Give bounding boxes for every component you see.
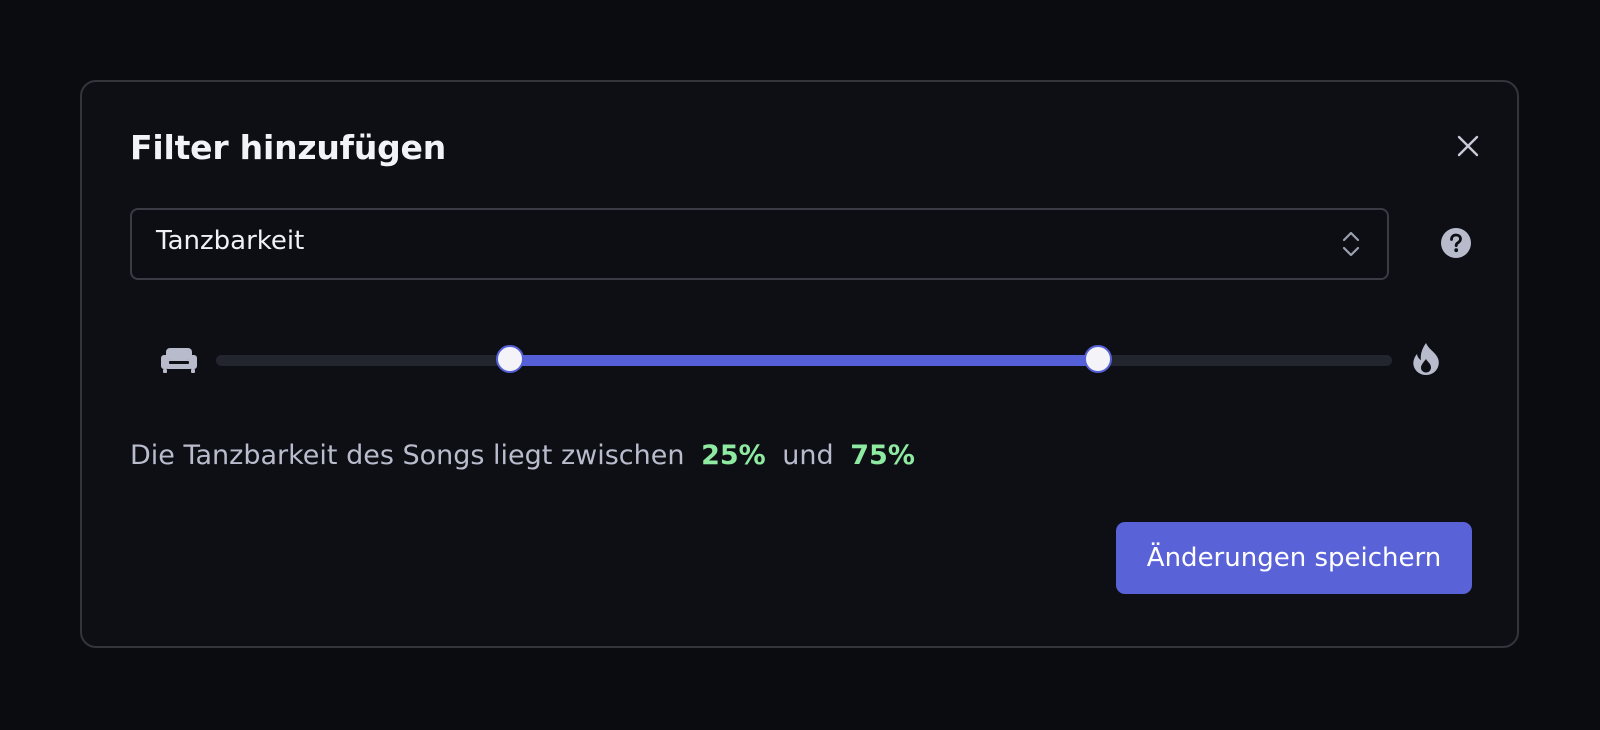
- range-thumb-max[interactable]: [1084, 345, 1112, 373]
- save-changes-button[interactable]: Änderungen speichern: [1116, 522, 1472, 594]
- chevron-up-down-icon: [1342, 231, 1360, 257]
- help-button[interactable]: [1440, 227, 1472, 259]
- select-value: Tanzbarkeit: [156, 226, 305, 256]
- sofa-icon: [160, 346, 198, 374]
- question-circle-icon: [1441, 228, 1471, 258]
- range-fill: [510, 355, 1098, 366]
- range-summary: Die Tanzbarkeit des Songs liegt zwischen…: [130, 440, 915, 471]
- summary-text: Die Tanzbarkeit des Songs liegt zwischen: [130, 440, 685, 471]
- attribute-select[interactable]: Tanzbarkeit: [130, 208, 1389, 280]
- summary-connector: und: [782, 440, 834, 471]
- max-percent-value: 75%: [850, 440, 915, 471]
- range-track[interactable]: [216, 355, 1392, 366]
- min-percent-value: 25%: [701, 440, 766, 471]
- flame-icon: [1411, 342, 1441, 376]
- close-icon: [1457, 135, 1479, 157]
- dialog-title: Filter hinzufügen: [130, 128, 447, 167]
- range-thumb-min[interactable]: [496, 345, 524, 373]
- close-button[interactable]: [1454, 132, 1482, 160]
- filter-dialog: Filter hinzufügen Tanzbarkeit Die Tanzba…: [80, 80, 1519, 648]
